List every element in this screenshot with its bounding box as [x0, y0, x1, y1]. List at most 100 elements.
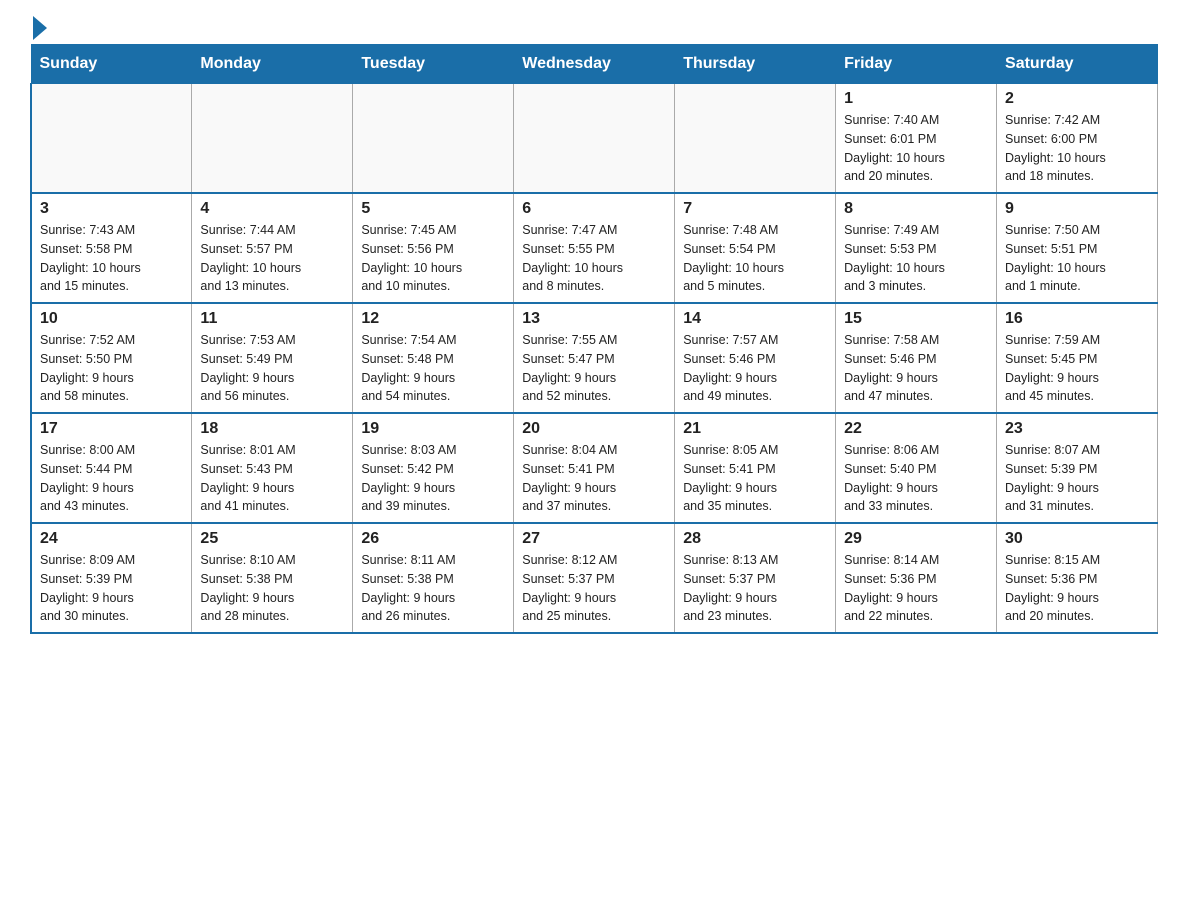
day-info: Sunrise: 7:55 AM Sunset: 5:47 PM Dayligh…	[522, 331, 666, 406]
day-number: 17	[40, 420, 183, 438]
day-info: Sunrise: 7:43 AM Sunset: 5:58 PM Dayligh…	[40, 221, 183, 296]
calendar-cell: 17 Sunrise: 8:00 AM Sunset: 5:44 PM Dayli…	[31, 413, 192, 523]
day-info: Sunrise: 8:15 AM Sunset: 5:36 PM Dayligh…	[1005, 551, 1149, 626]
day-number: 28	[683, 530, 827, 548]
day-number: 22	[844, 420, 988, 438]
day-number: 8	[844, 200, 988, 218]
day-number: 5	[361, 200, 505, 218]
calendar-cell: 10Sunrise: 7:52 AM Sunset: 5:50 PM Dayli…	[31, 303, 192, 413]
calendar-week-4: 17 Sunrise: 8:00 AM Sunset: 5:44 PM Dayli…	[31, 413, 1158, 523]
day-info: Sunrise: 7:49 AM Sunset: 5:53 PM Dayligh…	[844, 221, 988, 296]
calendar-cell: 12 Sunrise: 7:54 AM Sunset: 5:48 PM Dayli…	[353, 303, 514, 413]
day-number: 6	[522, 200, 666, 218]
calendar-cell	[353, 84, 514, 194]
day-info: Sunrise: 7:47 AM Sunset: 5:55 PM Dayligh…	[522, 221, 666, 296]
weekday-header-wednesday: Wednesday	[514, 45, 675, 84]
day-number: 26	[361, 530, 505, 548]
calendar-cell: 25 Sunrise: 8:10 AM Sunset: 5:38 PM Dayli…	[192, 523, 353, 633]
weekday-header-thursday: Thursday	[675, 45, 836, 84]
day-number: 16	[1005, 310, 1149, 328]
calendar-cell: 11 Sunrise: 7:53 AM Sunset: 5:49 PM Dayli…	[192, 303, 353, 413]
day-number: 2	[1005, 90, 1149, 108]
calendar-cell: 30 Sunrise: 8:15 AM Sunset: 5:36 PM Dayli…	[997, 523, 1158, 633]
day-info: Sunrise: 8:03 AM Sunset: 5:42 PM Dayligh…	[361, 441, 505, 516]
day-number: 12	[361, 310, 505, 328]
calendar-table: SundayMondayTuesdayWednesdayThursdayFrid…	[30, 44, 1158, 634]
calendar-cell: 16 Sunrise: 7:59 AM Sunset: 5:45 PM Dayli…	[997, 303, 1158, 413]
calendar-cell: 7 Sunrise: 7:48 AM Sunset: 5:54 PM Daylig…	[675, 193, 836, 303]
calendar-week-5: 24 Sunrise: 8:09 AM Sunset: 5:39 PM Dayli…	[31, 523, 1158, 633]
day-number: 7	[683, 200, 827, 218]
calendar-cell	[675, 84, 836, 194]
calendar-cell: 19 Sunrise: 8:03 AM Sunset: 5:42 PM Dayli…	[353, 413, 514, 523]
day-info: Sunrise: 7:40 AM Sunset: 6:01 PM Dayligh…	[844, 111, 988, 186]
calendar-week-3: 10Sunrise: 7:52 AM Sunset: 5:50 PM Dayli…	[31, 303, 1158, 413]
day-info: Sunrise: 8:12 AM Sunset: 5:37 PM Dayligh…	[522, 551, 666, 626]
day-number: 29	[844, 530, 988, 548]
day-number: 3	[40, 200, 183, 218]
day-number: 4	[200, 200, 344, 218]
calendar-week-2: 3 Sunrise: 7:43 AM Sunset: 5:58 PM Daylig…	[31, 193, 1158, 303]
day-info: Sunrise: 7:59 AM Sunset: 5:45 PM Dayligh…	[1005, 331, 1149, 406]
calendar-cell: 15 Sunrise: 7:58 AM Sunset: 5:46 PM Dayli…	[836, 303, 997, 413]
day-number: 27	[522, 530, 666, 548]
day-info: Sunrise: 7:58 AM Sunset: 5:46 PM Dayligh…	[844, 331, 988, 406]
day-info: Sunrise: 8:07 AM Sunset: 5:39 PM Dayligh…	[1005, 441, 1149, 516]
day-info: Sunrise: 7:53 AM Sunset: 5:49 PM Dayligh…	[200, 331, 344, 406]
calendar-cell: 1Sunrise: 7:40 AM Sunset: 6:01 PM Daylig…	[836, 84, 997, 194]
day-info: Sunrise: 8:01 AM Sunset: 5:43 PM Dayligh…	[200, 441, 344, 516]
calendar-cell	[192, 84, 353, 194]
day-number: 15	[844, 310, 988, 328]
day-number: 21	[683, 420, 827, 438]
day-number: 25	[200, 530, 344, 548]
calendar-cell: 4 Sunrise: 7:44 AM Sunset: 5:57 PM Daylig…	[192, 193, 353, 303]
day-info: Sunrise: 8:09 AM Sunset: 5:39 PM Dayligh…	[40, 551, 183, 626]
calendar-week-1: 1Sunrise: 7:40 AM Sunset: 6:01 PM Daylig…	[31, 84, 1158, 194]
day-info: Sunrise: 7:48 AM Sunset: 5:54 PM Dayligh…	[683, 221, 827, 296]
calendar-cell: 23 Sunrise: 8:07 AM Sunset: 5:39 PM Dayli…	[997, 413, 1158, 523]
day-info: Sunrise: 7:42 AM Sunset: 6:00 PM Dayligh…	[1005, 111, 1149, 186]
weekday-header-tuesday: Tuesday	[353, 45, 514, 84]
calendar-cell: 5 Sunrise: 7:45 AM Sunset: 5:56 PM Daylig…	[353, 193, 514, 303]
calendar-cell: 20 Sunrise: 8:04 AM Sunset: 5:41 PM Dayli…	[514, 413, 675, 523]
day-number: 9	[1005, 200, 1149, 218]
calendar-cell	[514, 84, 675, 194]
day-info: Sunrise: 8:14 AM Sunset: 5:36 PM Dayligh…	[844, 551, 988, 626]
calendar-cell: 9 Sunrise: 7:50 AM Sunset: 5:51 PM Daylig…	[997, 193, 1158, 303]
day-info: Sunrise: 7:45 AM Sunset: 5:56 PM Dayligh…	[361, 221, 505, 296]
day-number: 23	[1005, 420, 1149, 438]
day-number: 30	[1005, 530, 1149, 548]
day-info: Sunrise: 7:44 AM Sunset: 5:57 PM Dayligh…	[200, 221, 344, 296]
calendar-cell: 21 Sunrise: 8:05 AM Sunset: 5:41 PM Dayli…	[675, 413, 836, 523]
calendar-cell	[31, 84, 192, 194]
logo	[30, 20, 47, 34]
calendar-cell: 28 Sunrise: 8:13 AM Sunset: 5:37 PM Dayli…	[675, 523, 836, 633]
day-number: 24	[40, 530, 183, 548]
calendar-cell: 22 Sunrise: 8:06 AM Sunset: 5:40 PM Dayli…	[836, 413, 997, 523]
day-info: Sunrise: 8:06 AM Sunset: 5:40 PM Dayligh…	[844, 441, 988, 516]
day-number: 18	[200, 420, 344, 438]
weekday-header-saturday: Saturday	[997, 45, 1158, 84]
day-info: Sunrise: 8:04 AM Sunset: 5:41 PM Dayligh…	[522, 441, 666, 516]
day-info: Sunrise: 8:13 AM Sunset: 5:37 PM Dayligh…	[683, 551, 827, 626]
day-number: 13	[522, 310, 666, 328]
calendar-cell: 26 Sunrise: 8:11 AM Sunset: 5:38 PM Dayli…	[353, 523, 514, 633]
weekday-header-monday: Monday	[192, 45, 353, 84]
calendar-cell: 24 Sunrise: 8:09 AM Sunset: 5:39 PM Dayli…	[31, 523, 192, 633]
day-info: Sunrise: 7:54 AM Sunset: 5:48 PM Dayligh…	[361, 331, 505, 406]
day-number: 14	[683, 310, 827, 328]
calendar-cell: 2 Sunrise: 7:42 AM Sunset: 6:00 PM Daylig…	[997, 84, 1158, 194]
day-info: Sunrise: 8:05 AM Sunset: 5:41 PM Dayligh…	[683, 441, 827, 516]
calendar-cell: 18 Sunrise: 8:01 AM Sunset: 5:43 PM Dayli…	[192, 413, 353, 523]
day-info: Sunrise: 7:57 AM Sunset: 5:46 PM Dayligh…	[683, 331, 827, 406]
day-info: Sunrise: 7:52 AM Sunset: 5:50 PM Dayligh…	[40, 331, 183, 406]
day-info: Sunrise: 8:00 AM Sunset: 5:44 PM Dayligh…	[40, 441, 183, 516]
calendar-cell: 6 Sunrise: 7:47 AM Sunset: 5:55 PM Daylig…	[514, 193, 675, 303]
day-info: Sunrise: 8:10 AM Sunset: 5:38 PM Dayligh…	[200, 551, 344, 626]
day-number: 11	[200, 310, 344, 328]
calendar-cell: 29 Sunrise: 8:14 AM Sunset: 5:36 PM Dayli…	[836, 523, 997, 633]
day-number: 19	[361, 420, 505, 438]
day-info: Sunrise: 7:50 AM Sunset: 5:51 PM Dayligh…	[1005, 221, 1149, 296]
day-info: Sunrise: 8:11 AM Sunset: 5:38 PM Dayligh…	[361, 551, 505, 626]
day-number: 20	[522, 420, 666, 438]
